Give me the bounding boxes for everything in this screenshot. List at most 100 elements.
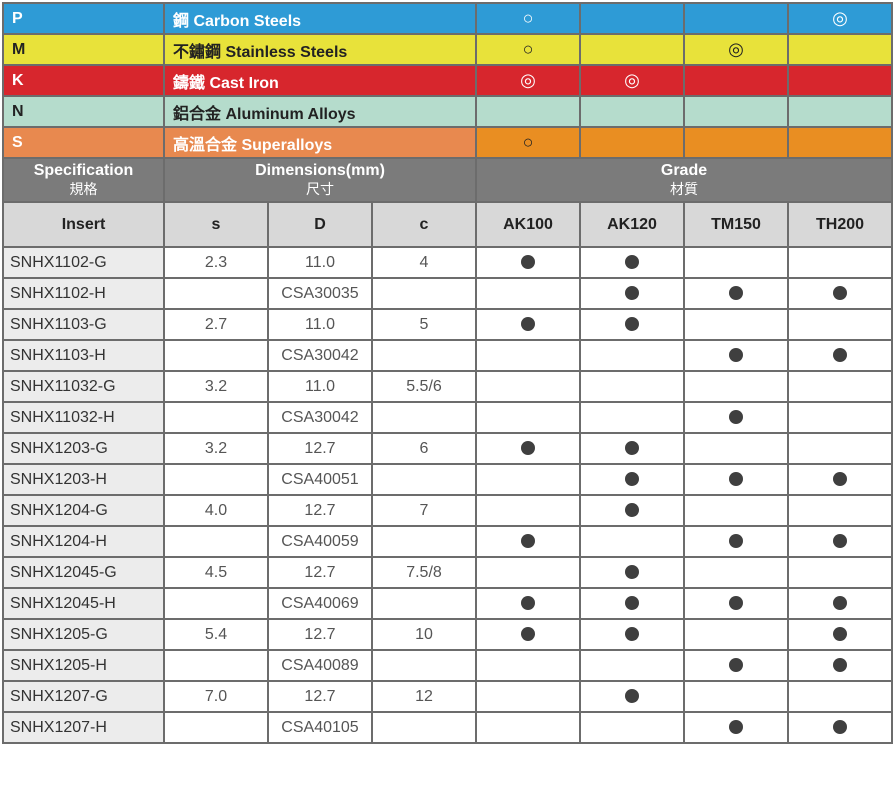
table-row: SNHX11032-G 3.2 11.0 5.5/6 <box>2 370 893 403</box>
insert-code: SNHX1205-H <box>2 649 165 682</box>
material-grade-mark <box>787 64 893 97</box>
dimension-s: 7.0 <box>163 680 269 713</box>
filled-circle-icon <box>625 286 639 301</box>
dimension-d: 11.0 <box>267 308 373 341</box>
grade-cell <box>579 401 685 434</box>
dimension-c <box>371 401 477 434</box>
dimensions-header: Dimensions(mm) 尺寸 <box>163 157 477 203</box>
dimension-d: 12.7 <box>267 618 373 651</box>
grade-cell <box>683 680 789 713</box>
grade-cell <box>683 432 789 465</box>
column-header-ak100: AK100 <box>475 201 581 248</box>
grade-cell <box>475 277 581 310</box>
material-name: 不鏽鋼 Stainless Steels <box>163 33 477 66</box>
table-header: Specification 規格 Dimensions(mm) 尺寸 Grade… <box>2 157 893 248</box>
dimension-d: 12.7 <box>267 680 373 713</box>
grade-cell <box>475 711 581 744</box>
dimension-c <box>371 649 477 682</box>
filled-circle-icon <box>833 720 847 735</box>
grade-cell <box>683 711 789 744</box>
material-grade-mark <box>787 126 893 159</box>
material-legend: P鋼 Carbon Steels ○ ◎ M 不鏽鋼 Stainless Steels ○… <box>2 2 893 159</box>
grade-cell <box>683 277 789 310</box>
grade-cell <box>579 432 685 465</box>
filled-circle-icon <box>833 286 847 301</box>
filled-circle-icon <box>833 658 847 673</box>
dimension-s <box>163 587 269 620</box>
insert-code: SNHX1204-G <box>2 494 165 527</box>
filled-circle-icon <box>625 627 639 642</box>
dimension-c: 10 <box>371 618 477 651</box>
grade-cell <box>683 339 789 372</box>
grade-cell <box>579 308 685 341</box>
insert-code: SNHX12045-H <box>2 587 165 620</box>
filled-circle-icon <box>625 503 639 518</box>
dimensions-label-zh: 尺寸 <box>306 181 334 197</box>
grade-cell <box>475 463 581 496</box>
grade-cell <box>787 525 893 558</box>
dimension-s <box>163 463 269 496</box>
table-row: SNHX1205-G 5.4 12.7 10 <box>2 618 893 651</box>
specification-label-zh: 規格 <box>69 181 98 197</box>
grade-cell <box>787 339 893 372</box>
grade-cell <box>683 618 789 651</box>
table-row: SNHX1103-G 2.7 11.0 5 <box>2 308 893 341</box>
insert-code: SNHX11032-G <box>2 370 165 403</box>
filled-circle-icon <box>625 255 639 270</box>
table-row: SNHX1102-H CSA30035 <box>2 277 893 310</box>
dimension-c <box>371 587 477 620</box>
material-row: N 鋁合金 Aluminum Alloys <box>2 95 893 128</box>
dimension-c: 7.5/8 <box>371 556 477 589</box>
insert-code: SNHX1103-H <box>2 339 165 372</box>
dimension-c <box>371 711 477 744</box>
grade-cell <box>579 494 685 527</box>
specification-header: Specification 規格 <box>2 157 165 203</box>
grade-cell <box>683 494 789 527</box>
grade-cell <box>579 277 685 310</box>
column-header-tm150: TM150 <box>683 201 789 248</box>
dimension-d: CSA40069 <box>267 587 373 620</box>
filled-circle-icon <box>729 720 743 735</box>
grade-cell <box>579 649 685 682</box>
insert-code: SNHX1102-H <box>2 277 165 310</box>
insert-code: SNHX12045-G <box>2 556 165 589</box>
column-header-s: s <box>163 201 269 248</box>
material-grade-mark <box>787 95 893 128</box>
grade-cell <box>683 308 789 341</box>
filled-circle-icon <box>833 472 847 487</box>
grade-cell <box>683 525 789 558</box>
dimension-c: 7 <box>371 494 477 527</box>
filled-circle-icon <box>625 441 639 456</box>
grade-cell <box>475 339 581 372</box>
table-row: SNHX11032-H CSA30042 <box>2 401 893 434</box>
grade-cell <box>787 556 893 589</box>
insert-rows: SNHX1102-G 2.3 11.0 4 SNHX1102-H CSA30035 SNHX… <box>2 246 893 744</box>
insert-code: SNHX1207-G <box>2 680 165 713</box>
dimensions-label: Dimensions(mm) <box>255 162 385 179</box>
dimension-d: CSA30042 <box>267 401 373 434</box>
material-name: 鑄鐵 Cast Iron <box>163 64 477 97</box>
material-code: M <box>2 33 165 66</box>
dimension-c: 5.5/6 <box>371 370 477 403</box>
filled-circle-icon <box>729 410 743 425</box>
dimension-d: 11.0 <box>267 370 373 403</box>
table-row: SNHX1205-H CSA40089 <box>2 649 893 682</box>
column-header-ak120: AK120 <box>579 201 685 248</box>
grade-cell <box>579 711 685 744</box>
filled-circle-icon <box>521 317 535 332</box>
grade-cell <box>579 370 685 403</box>
table-row: SNHX12045-H CSA40069 <box>2 587 893 620</box>
dimension-c <box>371 339 477 372</box>
grade-cell <box>787 587 893 620</box>
grade-cell <box>475 618 581 651</box>
filled-circle-icon <box>521 534 535 549</box>
grade-cell <box>579 339 685 372</box>
material-row: S 高溫合金 Superalloys ○ <box>2 126 893 159</box>
filled-circle-icon <box>521 627 535 642</box>
material-grade-mark <box>683 2 789 35</box>
grade-cell <box>579 618 685 651</box>
grade-cell <box>475 680 581 713</box>
filled-circle-icon <box>833 596 847 611</box>
dimension-s: 3.2 <box>163 370 269 403</box>
material-grade-mark: ○ <box>475 2 581 35</box>
